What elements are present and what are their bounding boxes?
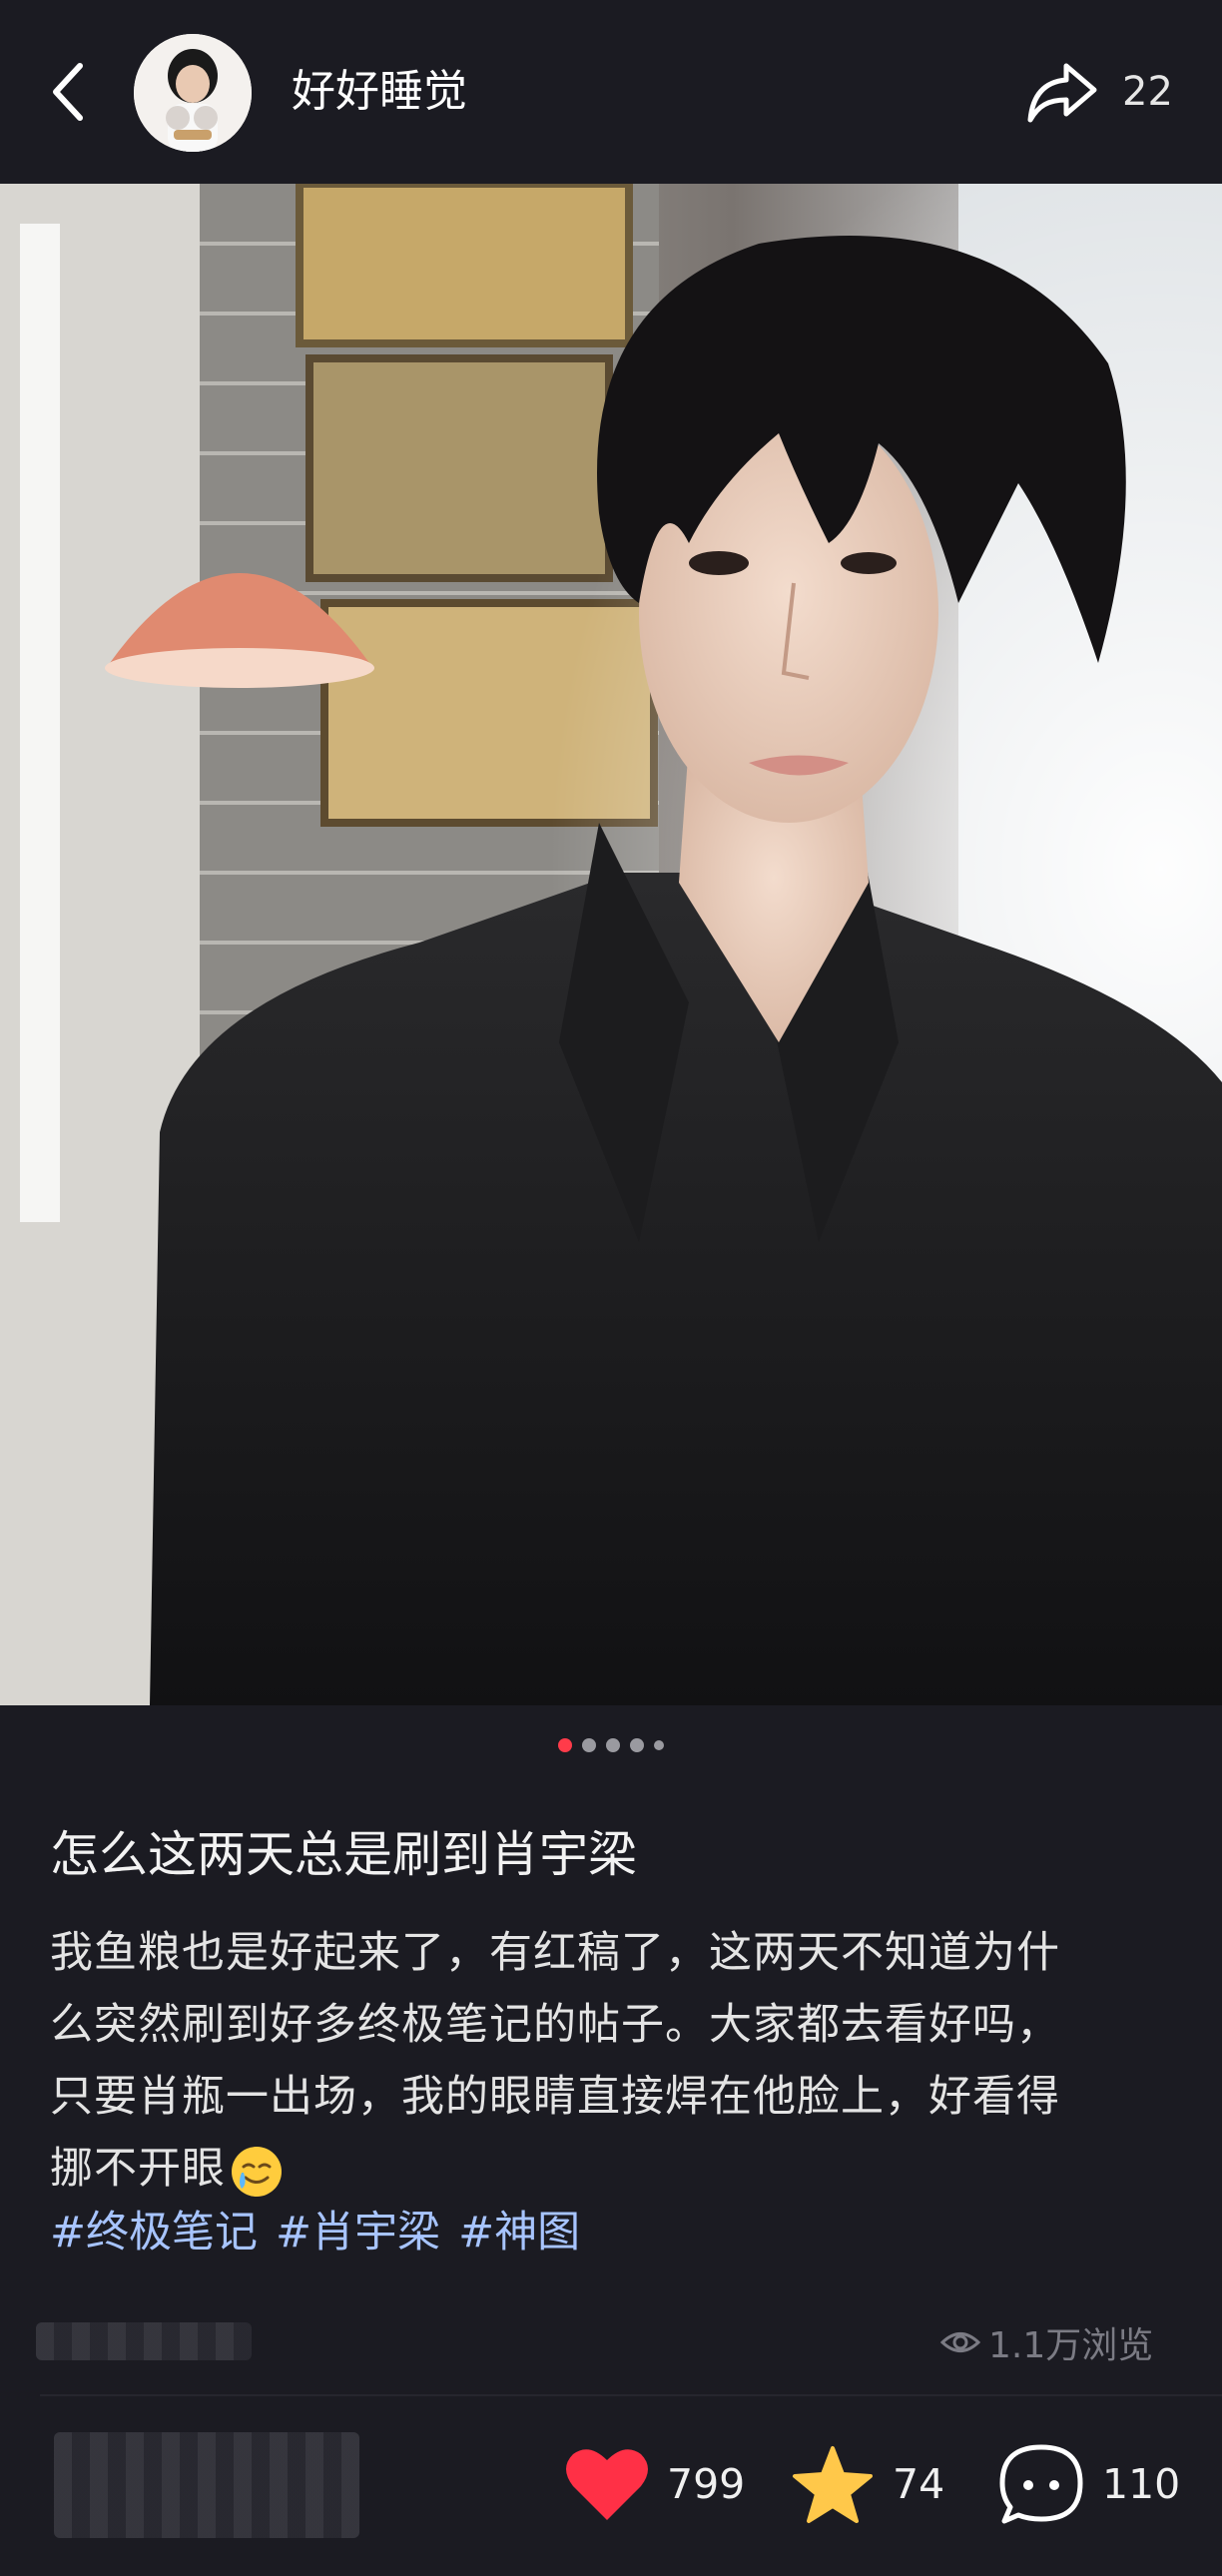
top-bar: 好好睡觉 22 xyxy=(0,0,1222,184)
favorite-button[interactable]: 74 xyxy=(791,2436,944,2532)
comment-button[interactable]: 110 xyxy=(998,2436,1180,2532)
comment-count: 110 xyxy=(1102,2460,1181,2508)
post-body-last-line: 挪不开眼 xyxy=(50,2133,1188,2205)
back-icon xyxy=(53,63,83,121)
crying-smile-emoji xyxy=(232,2146,282,2197)
share-count: 22 xyxy=(1122,69,1173,115)
like-button[interactable]: 799 xyxy=(565,2436,745,2532)
heart-icon xyxy=(566,2449,648,2520)
avatar-image xyxy=(134,34,252,152)
post-body: 我鱼粮也是好起来了，有红稿了，这两天不知道为什 么突然刷到好多终极笔记的帖子。大… xyxy=(50,1917,1188,2205)
hashtag[interactable]: #终极笔记 xyxy=(50,2197,258,2268)
post-title: 怎么这两天总是刷到肖宇梁 xyxy=(50,1826,638,1883)
portrait-photo xyxy=(0,184,1222,1705)
star-icon xyxy=(793,2446,873,2523)
view-count: 1.1万浏览 xyxy=(940,2316,1153,2368)
pager-dot xyxy=(558,1738,572,1752)
post-body-line: 只要肖瓶一出场，我的眼睛直接焊在他脸上，好看得 xyxy=(50,2072,1060,2122)
share-button[interactable] xyxy=(1026,52,1114,132)
post-body-line: 么突然刷到好多终极笔记的帖子。大家都去看好吗， xyxy=(50,2000,1060,2050)
like-count: 799 xyxy=(667,2460,746,2508)
post-image[interactable] xyxy=(0,184,1222,1705)
blurred-comment-input[interactable] xyxy=(54,2432,359,2538)
pager-dot xyxy=(606,1738,620,1752)
hashtag[interactable]: #肖宇梁 xyxy=(276,2197,440,2268)
author-name[interactable]: 好好睡觉 xyxy=(292,60,467,124)
blurred-date xyxy=(36,2322,252,2360)
author-avatar[interactable] xyxy=(134,34,252,152)
comment-icon xyxy=(999,2444,1083,2524)
back-button[interactable] xyxy=(38,52,98,132)
hashtag[interactable]: #神图 xyxy=(458,2197,580,2268)
view-count-text: 1.1万浏览 xyxy=(988,2325,1154,2366)
pager-dot xyxy=(582,1738,596,1752)
post-body-line: 挪不开眼 xyxy=(50,2144,226,2194)
hashtag-list: #终极笔记 #肖宇梁 #神图 xyxy=(50,2197,580,2268)
favorite-count: 74 xyxy=(893,2460,945,2508)
pager-dot xyxy=(654,1740,664,1750)
post-body-line: 我鱼粮也是好起来了，有红稿了，这两天不知道为什 xyxy=(50,1928,1060,1978)
image-pager xyxy=(0,1733,1222,1757)
pager-dot xyxy=(630,1738,644,1752)
share-icon xyxy=(1027,63,1097,123)
divider xyxy=(40,2394,1222,2396)
eye-icon xyxy=(940,2332,980,2352)
